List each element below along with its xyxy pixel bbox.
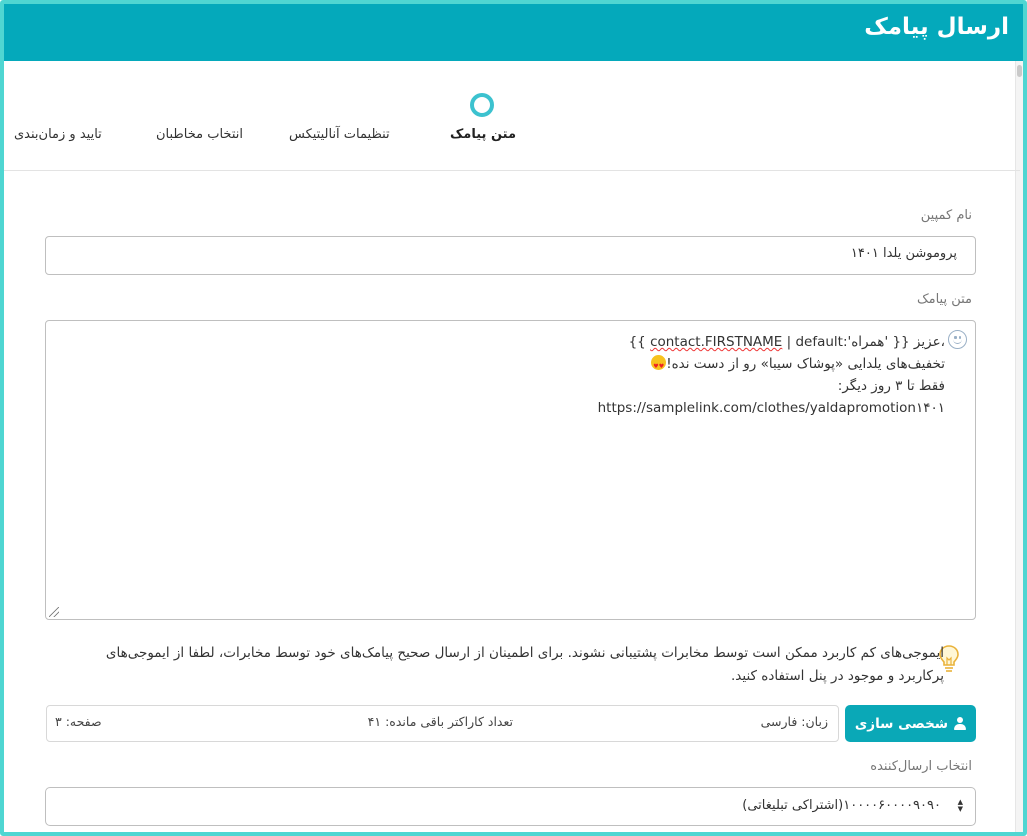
step-select-audience[interactable]: انتخاب مخاطبان — [156, 127, 243, 142]
campaign-name-input[interactable]: پروموشن یلدا ۱۴۰۱ — [45, 236, 976, 275]
message-textarea[interactable]: {{ contact.FIRSTNAME | default:'همراه' }… — [45, 320, 976, 620]
message-line-4: https://samplelink.com/clothes/yaldaprom… — [597, 400, 945, 416]
sender-select[interactable]: ۱۰۰۰۰۶۰۰۰۰۹۰۹۰(اشتراکی تبلیغاتی) ▲ ▼ — [45, 787, 976, 826]
sender-label: انتخاب ارسال‌کننده — [870, 759, 972, 774]
remaining-characters-info: تعداد کاراکتر باقی مانده: ۴۱ — [367, 714, 513, 729]
header-bar: ارسال پیامک — [4, 4, 1023, 61]
active-step-indicator-icon — [470, 93, 494, 117]
emoji-warning-text: ایموجی‌های کم کاربرد ممکن است توسط مخابر… — [105, 645, 944, 684]
scrollbar[interactable] — [1015, 61, 1023, 832]
template-rest: | default:'همراه' }} عزیز، — [782, 334, 945, 350]
sender-selected-value: ۱۰۰۰۰۶۰۰۰۰۹۰۹۰(اشتراکی تبلیغاتی) — [742, 798, 941, 813]
personalize-button-label: شخصی سازی — [854, 715, 949, 732]
template-token: contact.FIRSTNAME — [650, 334, 783, 350]
page-title: ارسال پیامک — [864, 14, 1009, 40]
step-message-text[interactable]: متن پیامک — [450, 127, 516, 142]
app-frame: ارسال پیامک متن پیامک تنظیمات آنالیتیکس … — [0, 0, 1027, 836]
wizard-steps: متن پیامک تنظیمات آنالیتیکس انتخاب مخاطب… — [4, 61, 1020, 171]
step-confirm-schedule[interactable]: تایید و زمان‌بندی — [14, 127, 102, 142]
campaign-name-label: نام کمپین — [920, 208, 972, 223]
language-info: زبان: فارسی — [760, 714, 828, 729]
template-open: {{ — [628, 334, 646, 350]
person-icon — [954, 717, 967, 730]
message-line-2: تخفیف‌های یلدایی «پوشاک سیبا» رو از دست … — [598, 353, 945, 378]
message-line-3: فقط تا ۳ روز دیگر: — [837, 378, 945, 394]
select-arrows-icon: ▲ ▼ — [957, 798, 963, 813]
step-analytics-settings[interactable]: تنظیمات آنالیتیکس — [289, 127, 390, 142]
message-line-2-text: تخفیف‌های یلدایی «پوشاک سیبا» رو از دست … — [666, 356, 945, 372]
personalize-button[interactable]: شخصی سازی — [845, 705, 976, 742]
message-content: {{ contact.FIRSTNAME | default:'همراه' }… — [598, 331, 945, 419]
star-struck-emoji-icon — [651, 355, 667, 378]
message-info-bar: زبان: فارسی تعداد کاراکتر باقی مانده: ۴۱… — [46, 705, 839, 742]
message-text-label: متن پیامک — [916, 292, 972, 307]
message-line-1: {{ contact.FIRSTNAME | default:'همراه' }… — [598, 331, 945, 353]
resize-handle-icon[interactable] — [49, 607, 59, 617]
page-count-info: صفحه: ۳ — [55, 714, 102, 729]
emoji-picker-icon[interactable] — [948, 330, 967, 349]
